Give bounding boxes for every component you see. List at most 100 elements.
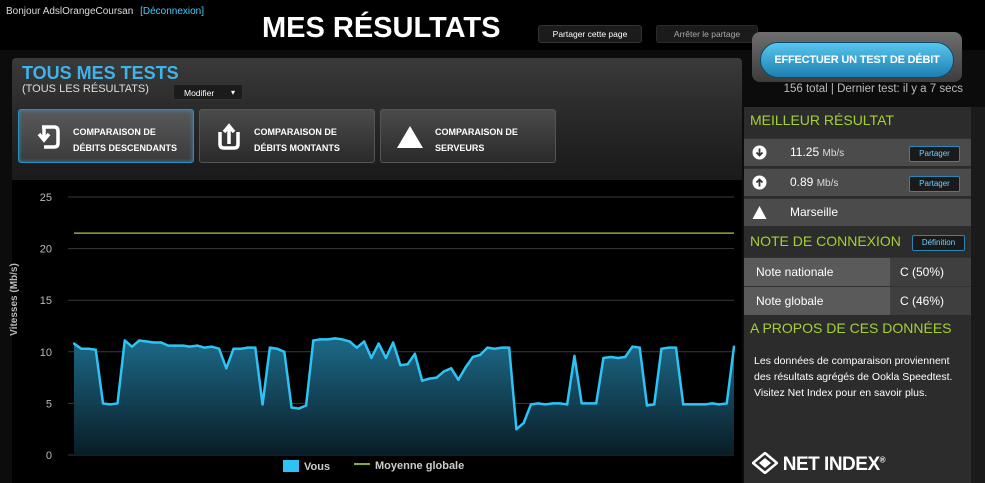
vous-point <box>732 345 736 348</box>
vous-point <box>718 403 721 406</box>
netindex-text: NET INDEX <box>782 454 880 475</box>
legend-vous-swatch <box>283 460 299 472</box>
vous-point <box>507 346 511 349</box>
global-rating-value: C (46%) <box>890 287 971 315</box>
vous-point <box>478 353 482 357</box>
share-page-button[interactable]: Partager cette page <box>538 25 642 43</box>
vous-point <box>406 362 409 366</box>
y-axis-label: Vitesses (Mb/s) <box>8 263 20 336</box>
vous-point <box>152 341 155 344</box>
best-server-row: Marseille <box>744 198 971 226</box>
vous-point <box>254 346 257 349</box>
vous-point <box>167 344 170 347</box>
greeting: Bonjour AdslOrangeCoursan [Déconnexion] <box>6 6 204 17</box>
compare-upload-button[interactable]: COMPARAISON DE DÉBITS MONTANTS <box>199 109 375 163</box>
compare-download-label-2: DÉBITS DESCENDANTS <box>73 143 178 153</box>
about-title: A PROPOS DE CES DONNÉES <box>750 320 952 336</box>
vous-point <box>660 347 663 350</box>
netindex-diamond-icon <box>751 451 779 475</box>
vous-point <box>442 370 446 373</box>
compare-servers-label-2: SERVEURS <box>435 143 485 153</box>
global-rating-row: Note globale C (46%) <box>744 286 971 315</box>
legend-vous-label: Vous <box>304 461 331 473</box>
vous-point <box>529 403 533 406</box>
vous-point <box>268 346 272 349</box>
y-tick-label-2: 10 <box>40 347 52 359</box>
vous-point <box>138 339 141 342</box>
vous-point <box>370 356 373 360</box>
compare-servers-label-1: COMPARAISON DE <box>435 127 518 137</box>
modify-label: Modifier <box>184 88 215 98</box>
speed-test-button[interactable]: EFFECTUER UN TEST DE DÉBIT <box>760 42 954 78</box>
vous-point <box>101 402 105 405</box>
national-rating-row: Note nationale C (50%) <box>744 257 971 286</box>
vous-point <box>536 402 540 405</box>
netindex-registered: ® <box>879 455 886 465</box>
vous-point <box>348 340 351 343</box>
global-rating-label: Note globale <box>744 287 890 315</box>
best-download-row: 11.25 Mb/s Partager <box>744 138 971 166</box>
vous-point <box>471 355 475 359</box>
scrollbar-track[interactable] <box>971 107 985 483</box>
vous-point <box>123 339 126 342</box>
vous-point <box>711 402 714 405</box>
logout-link[interactable]: [Déconnexion] <box>140 6 204 17</box>
share-download-button[interactable]: Partager <box>909 146 960 162</box>
vous-point <box>486 346 489 349</box>
server-name: Marseille <box>790 205 839 219</box>
vous-point <box>551 402 554 405</box>
vous-point <box>174 344 177 347</box>
vous-point <box>225 367 228 370</box>
best-result-title: MEILLEUR RÉSULTAT <box>750 112 894 128</box>
vous-point <box>594 402 598 405</box>
vous-point <box>145 340 148 343</box>
vous-point <box>674 346 678 349</box>
vous-point <box>399 364 402 367</box>
vous-point <box>624 355 627 359</box>
tests-subtitle: (TOUS LES RÉSULTATS) <box>22 83 149 95</box>
vous-point <box>689 403 692 406</box>
vous-point <box>326 338 330 341</box>
vous-point <box>493 347 496 350</box>
definition-button[interactable]: Définition <box>912 235 965 251</box>
vous-point <box>522 421 525 425</box>
vous-point <box>449 367 453 370</box>
vous-point <box>653 403 656 406</box>
vous-point <box>239 347 243 350</box>
about-text: Les données de comparaison proviennent d… <box>754 355 953 399</box>
vous-point <box>725 402 728 405</box>
stop-share-button[interactable]: Arrêter le partage <box>656 25 758 43</box>
vous-point <box>428 377 431 380</box>
netindex-logo[interactable]: NET INDEX® <box>751 451 886 476</box>
vous-point <box>580 402 583 405</box>
vous-point <box>682 403 685 406</box>
vous-point <box>188 345 192 348</box>
vous-point <box>319 338 322 341</box>
vous-point <box>203 346 206 349</box>
legend-moyenne: Moyenne globale <box>354 460 464 472</box>
vous-point <box>232 347 235 350</box>
tests-title: TOUS MES TESTS <box>22 63 179 83</box>
vous-point <box>638 346 641 349</box>
share-upload-button[interactable]: Partager <box>909 176 960 192</box>
vous-area <box>74 338 734 455</box>
page-title: MES RÉSULTATS <box>262 12 501 44</box>
y-tick-label-4: 20 <box>40 244 52 256</box>
download-value: 11.25 <box>790 145 820 159</box>
download-arrow-icon <box>37 125 60 149</box>
modify-dropdown[interactable]: Modifier ▾ <box>173 84 243 100</box>
vous-point <box>544 403 547 406</box>
vous-point <box>109 403 112 406</box>
compare-servers-button[interactable]: COMPARAISON DE SERVEURS <box>380 109 556 163</box>
compare-download-button[interactable]: COMPARAISON DE DÉBITS DESCENDANTS <box>18 109 194 163</box>
legend-moyenne-label: Moyenne globale <box>375 460 465 472</box>
vous-point <box>181 344 184 347</box>
vous-point <box>667 346 670 349</box>
vous-point <box>464 366 467 369</box>
vous-point <box>696 403 699 406</box>
vous-point <box>87 347 90 350</box>
vous-point <box>558 402 562 405</box>
vous-point <box>217 347 221 350</box>
vous-point <box>80 347 83 350</box>
vous-point <box>130 345 134 348</box>
